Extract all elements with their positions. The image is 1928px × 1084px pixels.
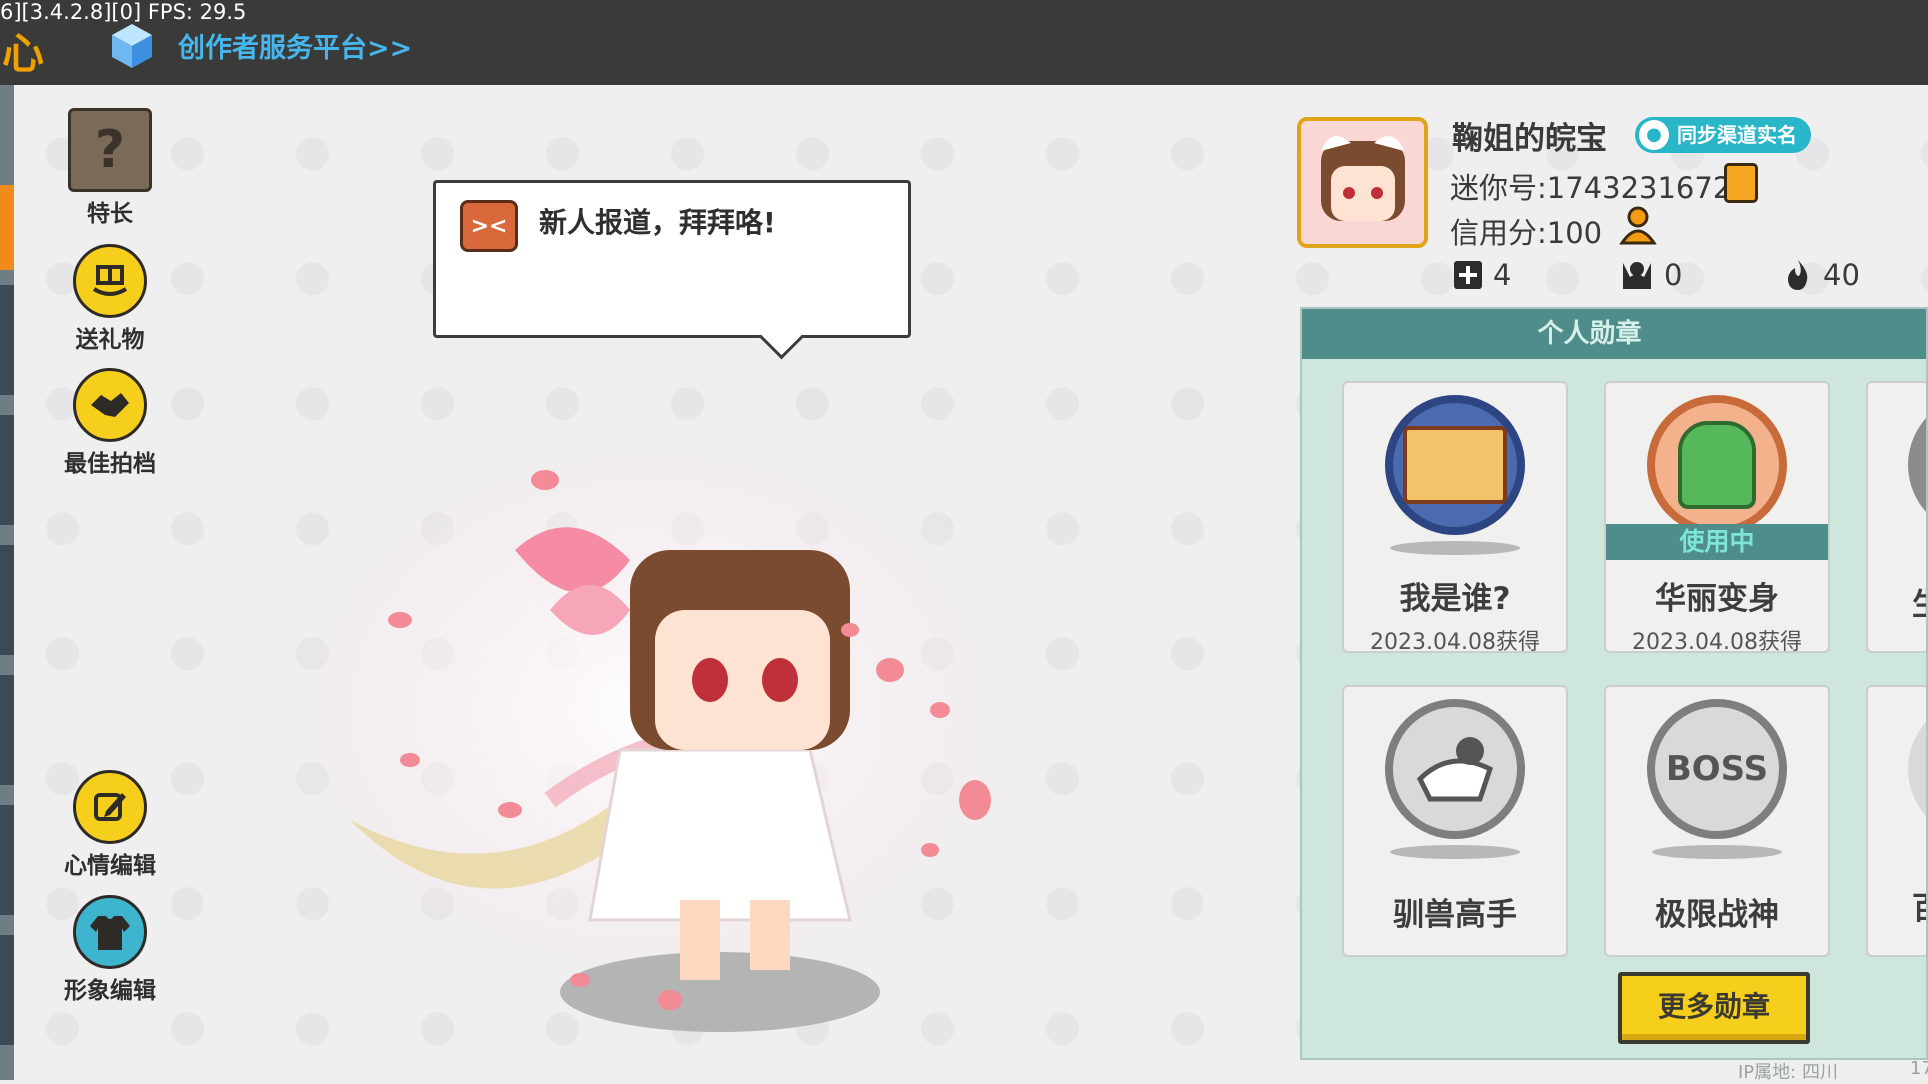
medal-card-in-use[interactable]: 使用中 华丽变身 2023.04.08获得 — [1604, 381, 1830, 655]
medal-card[interactable]: BOSS 极限战神 — [1604, 685, 1830, 957]
medal-title: 生 — [1868, 579, 1926, 624]
in-use-label: 使用中 — [1606, 524, 1828, 560]
sidebar-item-mood-edit[interactable]: 心情编辑 — [40, 770, 180, 880]
medal-panel-title: 个人勋章 — [1302, 309, 1926, 359]
beast-tamer-medal-icon — [1385, 699, 1525, 839]
edge-tab[interactable] — [0, 805, 14, 915]
popularity-count[interactable]: 40 — [1783, 258, 1860, 292]
sidebar-item-partner[interactable]: 最佳拍档 — [40, 368, 180, 478]
shirt-icon — [73, 895, 147, 969]
top-bar: 6][3.4.2.8][0] FPS: 29.5 心 创作者服务平台>> — [0, 0, 1928, 85]
fans-count-value: 0 — [1664, 258, 1683, 292]
transform-medal-icon — [1647, 395, 1787, 535]
edge-tab[interactable] — [0, 415, 14, 525]
handshake-icon — [73, 368, 147, 442]
medal-title: 极限战神 — [1655, 897, 1779, 933]
edge-tab[interactable] — [0, 675, 14, 785]
boss-medal-icon: BOSS — [1647, 699, 1787, 839]
edge-tab[interactable] — [0, 285, 14, 395]
medal-title: 百 — [1868, 883, 1926, 928]
gift-hand-icon — [73, 244, 147, 318]
letter-medal-icon — [1385, 395, 1525, 535]
medal-title: 驯兽高手 — [1393, 897, 1517, 933]
medal-card-partial[interactable]: 百 — [1866, 685, 1926, 957]
sidebar-item-label: 心情编辑 — [64, 853, 156, 879]
friend-add-icon — [1454, 261, 1482, 289]
sidebar-item-label: 送礼物 — [75, 327, 145, 353]
sidebar-item-gift[interactable]: 送礼物 — [40, 244, 180, 354]
sidebar-item-label: 最佳拍档 — [64, 451, 156, 477]
medal-icon — [1908, 395, 1926, 535]
medal-card[interactable]: 驯兽高手 — [1342, 685, 1568, 957]
sidebar-item-label: 形象编辑 — [64, 978, 156, 1004]
sidebar-item-appearance-edit[interactable]: 形象编辑 — [40, 895, 180, 1005]
medal-icon — [1908, 699, 1926, 839]
medal-shadow — [1390, 845, 1520, 859]
copy-icon[interactable] — [1724, 163, 1758, 203]
edge-tab[interactable] — [0, 545, 14, 655]
sidebar-item-label: 特长 — [87, 201, 133, 227]
sync-realname-badge[interactable]: ● 同步渠道实名 — [1635, 117, 1811, 153]
friend-count-value: 4 — [1493, 258, 1512, 292]
more-medals-button[interactable]: 更多勋章 — [1618, 972, 1810, 1044]
medal-card-partial[interactable]: 生 — [1866, 381, 1926, 653]
medal-shadow — [1390, 541, 1520, 555]
medal-shadow — [1652, 845, 1782, 859]
question-box-icon: ? — [68, 108, 152, 192]
left-edge-tabs — [0, 85, 14, 1080]
medal-date: 2023.04.08获得 — [1370, 630, 1540, 655]
popularity-count-value: 40 — [1823, 258, 1860, 292]
creator-platform-link[interactable]: 创作者服务平台>> — [178, 26, 412, 65]
edit-pen-icon — [73, 770, 147, 844]
side-number: 17 — [1910, 1058, 1928, 1079]
username: 鞠姐的皖宝 — [1452, 121, 1607, 157]
edge-tab[interactable] — [0, 935, 14, 1045]
medal-date: 2023.04.08获得 — [1632, 630, 1802, 655]
fans-count[interactable]: 0 — [1620, 258, 1682, 292]
speech-bubble: >< 新人报道，拜拜咯! — [433, 180, 911, 360]
app-logo: 心 — [2, 29, 45, 78]
medal-title: 我是谁? — [1399, 581, 1511, 617]
fans-icon — [1623, 262, 1651, 289]
cube-icon — [112, 24, 152, 68]
fire-icon — [1788, 260, 1808, 290]
mood-emoji-icon[interactable]: >< — [460, 200, 518, 252]
sidebar-item-specialty[interactable]: ? 特长 — [40, 108, 180, 228]
mini-id: 迷你号:1743231672 — [1450, 171, 1732, 205]
mood-message: 新人报道，拜拜咯! — [539, 206, 776, 239]
person-icon: ● — [1639, 120, 1669, 150]
medal-panel: 个人勋章 我是谁? 2023.04.08获得 使用中 华丽变身 2023.04.… — [1300, 307, 1928, 1060]
friend-count[interactable]: 4 — [1453, 258, 1511, 292]
ip-location: IP属地: 四川 — [1738, 1062, 1838, 1083]
credit-person-icon[interactable] — [1618, 205, 1658, 254]
medal-title: 华丽变身 — [1655, 581, 1779, 617]
sync-badge-label: 同步渠道实名 — [1677, 123, 1797, 147]
avatar[interactable] — [1297, 117, 1428, 248]
active-tab-marker — [0, 185, 14, 270]
character-model[interactable] — [250, 380, 1070, 1040]
credit-score: 信用分:100 — [1450, 216, 1603, 250]
medal-card[interactable]: 我是谁? 2023.04.08获得 — [1342, 381, 1568, 655]
